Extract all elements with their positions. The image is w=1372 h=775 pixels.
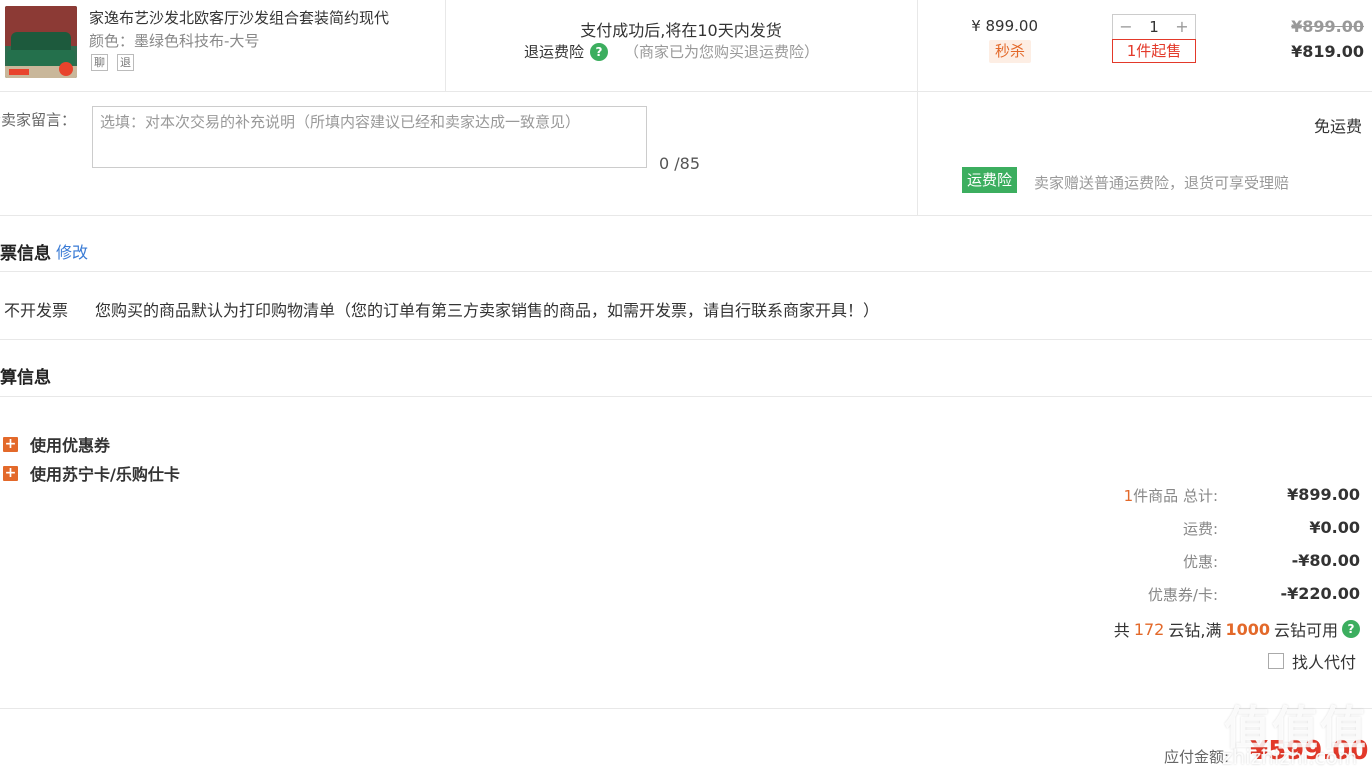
divider bbox=[0, 271, 1372, 272]
freight-value: ¥0.00 bbox=[1309, 518, 1360, 537]
total-label-text: 件商品 总计: bbox=[1133, 487, 1218, 505]
divider bbox=[0, 708, 1372, 709]
seller-message-input[interactable] bbox=[92, 106, 647, 168]
item-count: 1 bbox=[1123, 487, 1134, 505]
invoice-type: 不开发票 bbox=[4, 301, 69, 320]
freight-label: 运费: bbox=[1182, 520, 1218, 538]
use-coupon-toggle[interactable]: + 使用优惠券 bbox=[3, 432, 110, 456]
shipping-insurance-badge: 运费险 bbox=[962, 167, 1018, 193]
quantity-minus-button[interactable]: − bbox=[1113, 15, 1139, 39]
expand-plus-icon[interactable]: + bbox=[3, 436, 18, 452]
flash-sale-badge: 秒杀 bbox=[989, 40, 1032, 63]
coupon-card-label: 优惠券/卡: bbox=[1147, 586, 1218, 604]
diamond-threshold: 1000 bbox=[1225, 619, 1270, 639]
divider bbox=[917, 0, 918, 215]
proxy-pay-label[interactable]: 找人代付 bbox=[1292, 649, 1356, 673]
watermark-url: zhizhizhi.com bbox=[1222, 745, 1358, 769]
return-insurance-note: （商家已为您购买退运费险） bbox=[624, 43, 820, 61]
current-price: ¥819.00 bbox=[1291, 42, 1364, 61]
diamond-prefix: 共 bbox=[1113, 621, 1130, 640]
message-char-count: 0 /85 bbox=[659, 154, 701, 173]
original-price: ¥899.00 bbox=[1291, 17, 1364, 36]
cloud-diamond-info: 共 172 云钻,满 1000 云钻可用 ? bbox=[1000, 617, 1360, 641]
unit-price: ¥ 899.00 bbox=[971, 17, 1038, 35]
use-coupon-label[interactable]: 使用优惠券 bbox=[30, 432, 110, 456]
product-title[interactable]: 家逸布艺沙发北欧客厅沙发组合套装简约现代 bbox=[89, 7, 427, 28]
total-value: ¥899.00 bbox=[1287, 485, 1360, 504]
min-purchase-badge: 1件起售 bbox=[1112, 39, 1196, 63]
product-color: 颜色：墨绿色科技布-大号 bbox=[89, 32, 260, 50]
use-card-label[interactable]: 使用苏宁卡/乐购仕卡 bbox=[30, 461, 180, 485]
diamond-mid: 云钻,满 bbox=[1168, 621, 1222, 640]
divider bbox=[0, 215, 1372, 216]
free-shipping-label: 免运费 bbox=[1313, 117, 1362, 136]
chat-icon[interactable]: 聊 bbox=[91, 54, 108, 71]
invoice-section-title: 发票信息 bbox=[0, 244, 51, 264]
return-icon: 退 bbox=[117, 54, 134, 71]
product-thumbnail[interactable] bbox=[5, 6, 77, 78]
invoice-note: 您购买的商品默认为打印购物清单（您的订单有第三方卖家销售的商品，如需开发票，请自… bbox=[95, 301, 880, 320]
discount-label: 优惠: bbox=[1182, 553, 1218, 571]
quantity-plus-button[interactable]: + bbox=[1169, 15, 1195, 39]
total-label: 1件商品 总计: bbox=[960, 485, 1218, 506]
expand-plus-icon[interactable]: + bbox=[3, 465, 18, 481]
return-insurance: 退运费险 ? （商家已为您购买退运费险） bbox=[524, 41, 819, 62]
quantity-value[interactable]: 1 bbox=[1139, 18, 1169, 36]
proxy-pay-checkbox[interactable] bbox=[1268, 653, 1284, 669]
settlement-section-title: 结算信息 bbox=[0, 368, 51, 388]
shipping-insurance-note: 卖家赠送普通运费险，退货可享受理赔 bbox=[1034, 174, 1290, 192]
divider bbox=[445, 0, 446, 91]
help-icon[interactable]: ? bbox=[1342, 620, 1360, 638]
coupon-card-value: -¥220.00 bbox=[1280, 584, 1360, 603]
discount-value: -¥80.00 bbox=[1291, 551, 1360, 570]
divider bbox=[0, 91, 1372, 92]
return-insurance-label: 退运费险 bbox=[524, 43, 585, 61]
payable-label: 应付金额: bbox=[1164, 748, 1230, 766]
proxy-pay-option[interactable]: 找人代付 bbox=[1268, 649, 1356, 673]
diamond-suffix: 云钻可用 bbox=[1273, 621, 1338, 640]
use-card-toggle[interactable]: + 使用苏宁卡/乐购仕卡 bbox=[3, 461, 180, 485]
shipping-note: 支付成功后,将在10天内发货 bbox=[580, 21, 782, 40]
diamond-count: 172 bbox=[1133, 619, 1165, 639]
seller-message-label: 给卖家留言： bbox=[0, 111, 77, 129]
quantity-stepper[interactable]: − 1 + bbox=[1112, 14, 1196, 40]
help-icon[interactable]: ? bbox=[590, 42, 609, 61]
divider bbox=[0, 396, 1372, 397]
invoice-modify-link[interactable]: 修改 bbox=[56, 239, 88, 263]
divider bbox=[0, 339, 1372, 340]
